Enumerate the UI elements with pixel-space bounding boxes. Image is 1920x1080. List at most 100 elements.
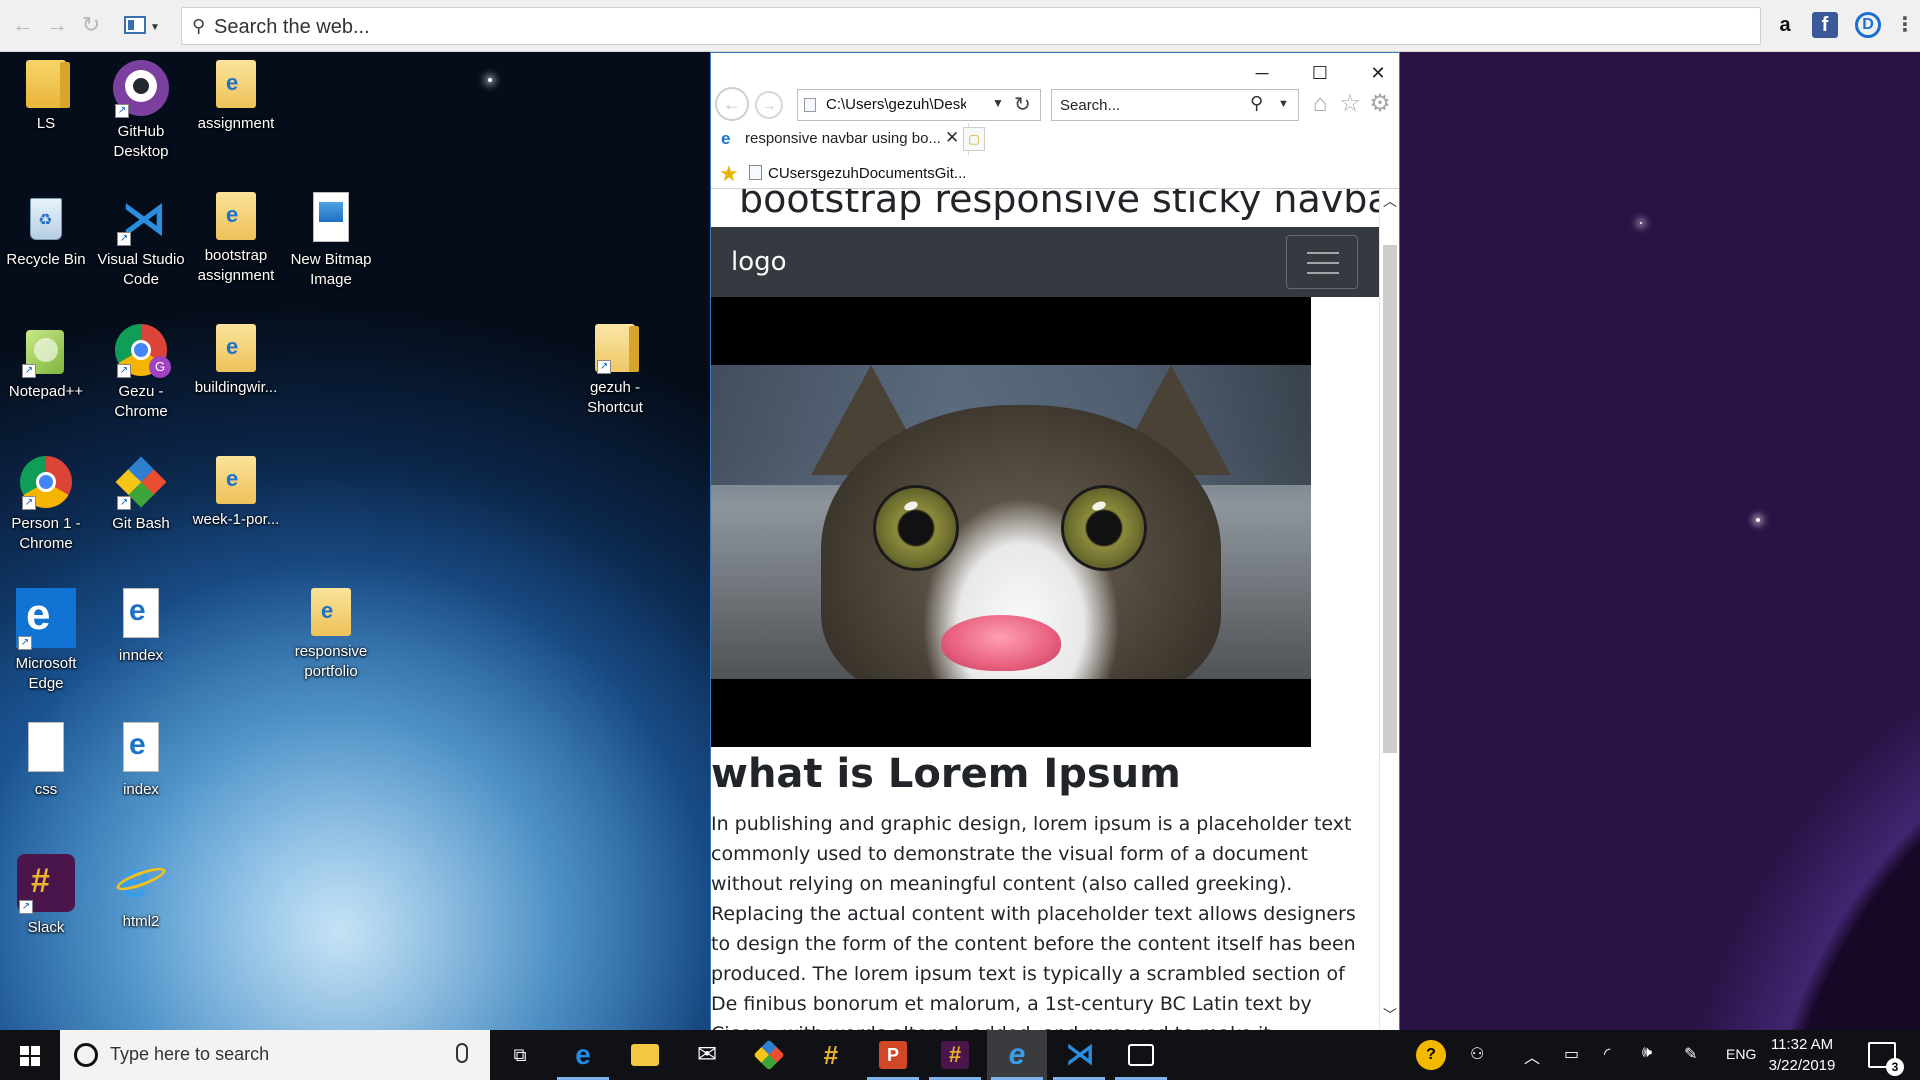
- desktop-icon-gezu-chrome[interactable]: G ↗ Gezu - Chrome: [93, 324, 189, 422]
- taskbar-git[interactable]: [739, 1030, 799, 1080]
- wifi-icon[interactable]: ◜: [1604, 1044, 1610, 1064]
- dashlane-icon[interactable]: D: [1855, 12, 1881, 38]
- desktop-icon-label: responsive portfolio: [294, 643, 368, 680]
- navbar-toggler-button[interactable]: [1286, 235, 1358, 289]
- hamburger-icon: [1307, 262, 1339, 264]
- forward-arrow-icon: →: [762, 97, 776, 113]
- edge-icon: e: [575, 1039, 591, 1070]
- navbar-logo[interactable]: logo: [731, 247, 787, 277]
- desktop-icon-bootstrap-assignment[interactable]: bootstrap assignment: [188, 192, 284, 286]
- desktop-icon-buildingwir[interactable]: buildingwir...: [188, 324, 284, 398]
- taskbar-slack-active[interactable]: #: [925, 1030, 985, 1080]
- battery-icon[interactable]: ▭: [1564, 1044, 1579, 1064]
- add-favorite-icon[interactable]: ★: [719, 161, 739, 187]
- browser-search-input[interactable]: [1060, 95, 1240, 115]
- desktop-icon-microsoft-edge[interactable]: e ↗ Microsoft Edge: [0, 588, 94, 694]
- desktop-icon-git-bash[interactable]: ↗ Git Bash: [93, 456, 189, 534]
- taskbar-mail[interactable]: ✉: [677, 1030, 737, 1080]
- taskbar-powerpoint[interactable]: P: [863, 1030, 923, 1080]
- task-view-button[interactable]: ⧉: [490, 1030, 550, 1080]
- search-icon: ⚲: [192, 16, 206, 36]
- chevron-down-icon[interactable]: ▼: [992, 96, 1004, 110]
- facebook-icon[interactable]: f: [1812, 12, 1838, 38]
- desktop-icon-css[interactable]: css: [0, 722, 94, 800]
- taskbar-file-explorer[interactable]: [615, 1030, 675, 1080]
- home-icon[interactable]: ⌂: [1305, 89, 1335, 119]
- powerpoint-icon: P: [879, 1041, 907, 1069]
- gear-icon[interactable]: ⚙: [1365, 89, 1395, 119]
- tab-active[interactable]: e responsive navbar using bo... ✕: [713, 123, 969, 155]
- vertical-scrollbar[interactable]: ︿ ﹀: [1379, 189, 1399, 1031]
- refresh-icon[interactable]: ↻: [1014, 92, 1031, 117]
- page-viewport: bootstrap responsive sticky navbar logo …: [711, 189, 1379, 1031]
- forward-arrow-icon[interactable]: →: [44, 12, 70, 38]
- shortcut-arrow-icon: ↗: [117, 232, 131, 246]
- search-icon[interactable]: ⚲: [1250, 93, 1263, 114]
- new-tab-button[interactable]: ▢: [963, 127, 985, 151]
- favorites-link[interactable]: CUsersgezuhDocumentsGit...: [749, 165, 966, 182]
- forward-button[interactable]: →: [755, 91, 783, 119]
- taskbar-photos[interactable]: [1111, 1030, 1171, 1080]
- desktop-icon-label: Git Bash: [112, 515, 170, 532]
- desktop-icon-label: css: [34, 781, 58, 798]
- ie-favicon-icon: e: [721, 129, 731, 148]
- browser-search-box[interactable]: ⚲ ▼: [1051, 89, 1299, 121]
- favorites-star-icon[interactable]: ☆: [1335, 89, 1365, 119]
- people-icon[interactable]: ⚇: [1470, 1044, 1484, 1064]
- tab-view-button[interactable]: ▼: [122, 14, 160, 38]
- folder-ie-icon: [216, 60, 256, 108]
- maximize-button[interactable]: ☐: [1297, 59, 1343, 87]
- chrome-icon: G ↗: [115, 324, 171, 378]
- hero-image: [711, 297, 1311, 747]
- folder-icon: [631, 1044, 659, 1066]
- taskbar-vscode[interactable]: ⋊: [1049, 1030, 1109, 1080]
- address-bar[interactable]: C:\Users\gezuh\Deskto ▼ ↻: [797, 89, 1041, 121]
- more-options-icon[interactable]: ⋮: [1892, 12, 1918, 38]
- chevron-up-icon[interactable]: ︿: [1380, 191, 1400, 215]
- volume-icon[interactable]: 🕪: [1642, 1044, 1652, 1062]
- back-button[interactable]: ←: [715, 87, 749, 121]
- close-button[interactable]: ✕: [1355, 59, 1401, 87]
- scrollbar-thumb[interactable]: [1383, 245, 1397, 753]
- start-button[interactable]: [0, 1030, 60, 1080]
- pen-icon[interactable]: ✎: [1684, 1044, 1697, 1064]
- refresh-icon[interactable]: ↻: [78, 12, 104, 38]
- desktop-icon-ls[interactable]: LS: [0, 60, 94, 134]
- taskbar-search-box[interactable]: Type here to search: [60, 1030, 490, 1080]
- close-tab-icon[interactable]: ✕: [945, 128, 959, 148]
- clock[interactable]: 11:32 AM 3/22/2019: [1756, 1034, 1848, 1076]
- web-search-input[interactable]: [214, 14, 1744, 40]
- minimize-button[interactable]: ─: [1239, 59, 1285, 87]
- desktop-icon-assignment[interactable]: assignment: [188, 60, 284, 134]
- desktop-icon-github-desktop[interactable]: ↗ GitHub Desktop: [93, 60, 189, 162]
- desktop-icon-gezuh-shortcut[interactable]: ↗ gezuh - Shortcut: [567, 324, 663, 418]
- web-search-box[interactable]: ⚲: [181, 7, 1761, 45]
- browser-chrome: ─ ☐ ✕ ← → C:\Users\gezuh\Deskto ▼ ↻ ⚲ ▼ …: [711, 53, 1399, 189]
- desktop-icon-person1-chrome[interactable]: ↗ Person 1 - Chrome: [0, 456, 94, 554]
- chevron-up-icon[interactable]: ︿: [1524, 1044, 1540, 1068]
- notification-center-button[interactable]: 3: [1868, 1042, 1904, 1076]
- chevron-down-icon[interactable]: ▼: [1278, 98, 1289, 110]
- desktop-icon-vscode[interactable]: ⋊ ↗ Visual Studio Code: [93, 192, 189, 290]
- taskbar-internet-explorer[interactable]: e: [987, 1030, 1047, 1080]
- desktop-icon-slack[interactable]: # ↗ Slack: [0, 854, 94, 938]
- language-indicator[interactable]: ENG: [1726, 1046, 1756, 1062]
- taskbar-slack[interactable]: #: [801, 1030, 861, 1080]
- desktop-icon-html2[interactable]: e html2: [93, 851, 189, 932]
- microphone-icon[interactable]: [456, 1043, 468, 1063]
- chevron-down-icon[interactable]: ﹀: [1380, 1005, 1400, 1029]
- desktop-icon-inndex[interactable]: e inndex: [93, 588, 189, 666]
- back-arrow-icon[interactable]: ←: [10, 12, 36, 38]
- folder-ie-icon: [216, 456, 256, 504]
- desktop-icon-week-1-por[interactable]: week-1-por...: [188, 456, 284, 530]
- amazon-icon[interactable]: a: [1772, 12, 1798, 38]
- desktop-icon-recycle-bin[interactable]: ♻ Recycle Bin: [0, 192, 94, 270]
- address-value[interactable]: C:\Users\gezuh\Deskto: [826, 96, 966, 116]
- taskbar-edge[interactable]: e: [553, 1030, 613, 1080]
- desktop-icon-new-bitmap-image[interactable]: New Bitmap Image: [283, 192, 379, 290]
- desktop-icon-index[interactable]: e index: [93, 722, 189, 800]
- desktop-icon-notepadpp[interactable]: ↗ Notepad++: [0, 324, 94, 402]
- help-icon[interactable]: ?: [1416, 1040, 1446, 1070]
- desktop-icon-label: LS: [36, 115, 56, 132]
- desktop-icon-responsive-portfolio[interactable]: responsive portfolio: [283, 588, 379, 682]
